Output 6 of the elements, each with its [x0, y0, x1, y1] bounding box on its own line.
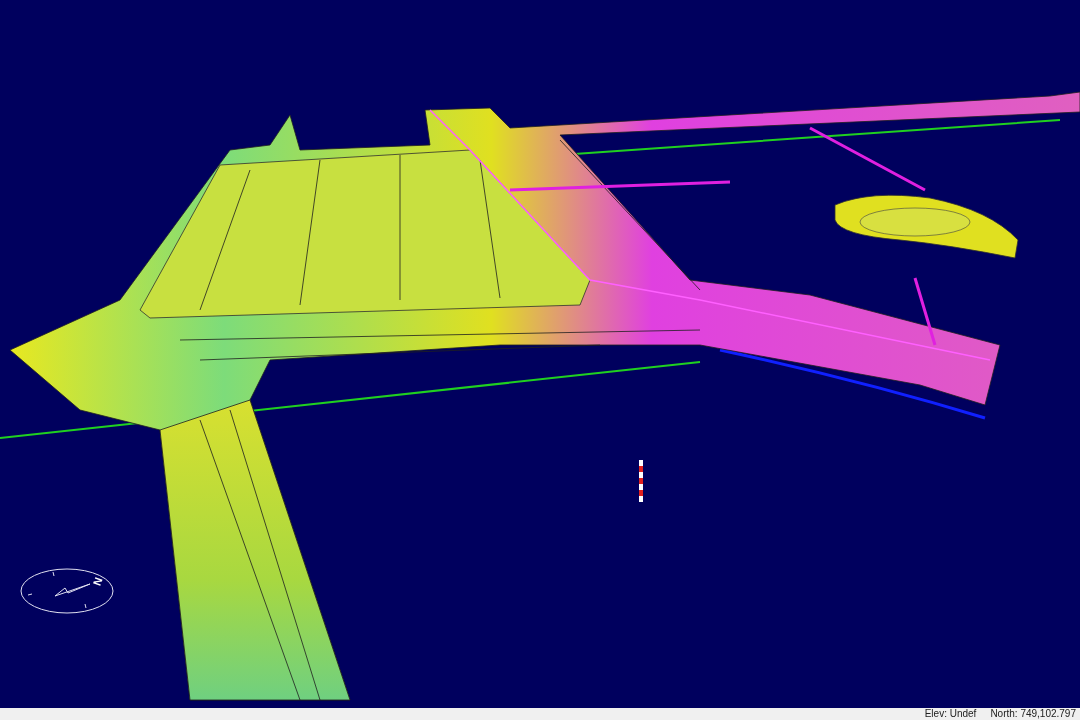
status-field: North: 749,102.797	[990, 709, 1076, 719]
3d-viewport[interactable]: N	[0, 0, 1080, 708]
survey-marker	[639, 460, 643, 502]
compass-north-label: N	[91, 575, 105, 588]
compass-icon	[20, 566, 115, 616]
status-field: Elev: Undef	[924, 709, 977, 719]
